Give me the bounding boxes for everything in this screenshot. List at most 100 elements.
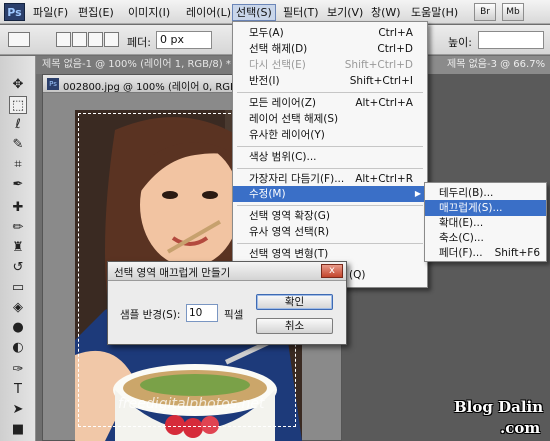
menu-item-reselect-label: 다시 선택(E) bbox=[249, 59, 306, 71]
menu-item-quick-mask-label: (Q) bbox=[349, 269, 366, 281]
photoshop-logo: Ps bbox=[4, 3, 25, 21]
paint-bucket-icon[interactable]: ◈ bbox=[9, 299, 27, 317]
shape-tool-icon[interactable]: ■ bbox=[9, 421, 27, 439]
feather-input[interactable]: 0 px bbox=[156, 31, 212, 49]
eraser-tool-icon[interactable]: ▭ bbox=[9, 279, 27, 297]
marquee-preset-icon[interactable] bbox=[8, 32, 30, 47]
add-selection-icon[interactable] bbox=[72, 32, 87, 47]
submenu-item-contract[interactable]: 축소(C)... bbox=[425, 230, 546, 246]
history-brush-icon[interactable]: ↺ bbox=[9, 259, 27, 277]
smooth-selection-dialog: 선택 영역 매끄럽게 만들기 x 샘플 반경(S): 10 픽셀 확인 취소 bbox=[107, 261, 347, 345]
menu-window[interactable]: 창(W) bbox=[368, 4, 404, 21]
height-label: 높이: bbox=[448, 36, 472, 49]
menu-item-deselect[interactable]: 선택 해제(D) Ctrl+D bbox=[233, 41, 427, 57]
dialog-title: 선택 영역 매끄럽게 만들기 bbox=[114, 267, 231, 279]
menu-separator bbox=[237, 168, 423, 169]
submenu-item-feather-label: 페더(F)... bbox=[439, 247, 483, 259]
submenu-item-border-label: 테두리(B)... bbox=[439, 187, 494, 199]
menu-item-deselect-label: 선택 해제(D) bbox=[249, 43, 308, 55]
pixel-unit-label: 픽셀 bbox=[224, 309, 244, 321]
mini-bridge-button[interactable]: Mb bbox=[502, 3, 524, 21]
menu-item-color-range-label: 색상 범위(C)... bbox=[249, 151, 317, 163]
new-selection-icon[interactable] bbox=[56, 32, 71, 47]
photo-watermark: freedigitalphotos.net bbox=[118, 396, 265, 412]
height-input[interactable] bbox=[478, 31, 544, 49]
menu-select[interactable]: 선택(S) bbox=[232, 4, 276, 21]
menu-item-all[interactable]: 모두(A) Ctrl+A bbox=[233, 25, 427, 41]
select-menu-dropdown: 모두(A) Ctrl+A 선택 해제(D) Ctrl+D 다시 선택(E) Shift… bbox=[232, 21, 428, 288]
submenu-item-border[interactable]: 테두리(B)... bbox=[425, 185, 546, 201]
submenu-item-expand[interactable]: 확대(E)... bbox=[425, 215, 546, 231]
lasso-tool-icon[interactable]: ℓ bbox=[9, 116, 27, 134]
submenu-item-smooth-label: 매끄럽게(S)... bbox=[439, 202, 503, 214]
bridge-button[interactable]: Br bbox=[474, 3, 496, 21]
menu-item-similar-label: 유사 영역 선택(R) bbox=[249, 226, 330, 238]
menu-item-modify[interactable]: 수정(M) ▶ bbox=[233, 186, 427, 202]
menu-separator bbox=[237, 146, 423, 147]
menu-layer[interactable]: 레이어(L) bbox=[183, 4, 234, 21]
cancel-button[interactable]: 취소 bbox=[256, 318, 333, 334]
menu-item-inverse-shortcut: Shift+Ctrl+I bbox=[349, 75, 413, 87]
menu-item-transform-selection[interactable]: 선택 영역 변형(T) bbox=[233, 246, 427, 262]
submenu-item-smooth[interactable]: 매끄럽게(S)... bbox=[425, 200, 546, 216]
submenu-item-feather[interactable]: 페더(F)... Shift+F6 bbox=[425, 245, 546, 261]
blog-brand-line2: .com bbox=[500, 419, 541, 437]
brush-tool-icon[interactable]: ✏ bbox=[9, 219, 27, 237]
intersect-selection-icon[interactable] bbox=[104, 32, 119, 47]
menu-item-grow[interactable]: 선택 영역 확장(G) bbox=[233, 208, 427, 224]
menu-view[interactable]: 보기(V) bbox=[324, 4, 366, 21]
feather-label: 페더: bbox=[127, 36, 151, 49]
menu-item-deselect-layers-label: 레이어 선택 해제(S) bbox=[249, 113, 339, 125]
path-select-icon[interactable]: ➤ bbox=[9, 401, 27, 419]
healing-brush-icon[interactable]: ✚ bbox=[9, 199, 27, 217]
ok-button[interactable]: 확인 bbox=[256, 294, 333, 310]
menu-item-all-label: 모두(A) bbox=[249, 27, 284, 39]
menu-item-inverse-label: 반전(I) bbox=[249, 75, 280, 87]
menu-item-refine-edge-shortcut: Alt+Ctrl+R bbox=[355, 173, 413, 185]
pen-tool-icon[interactable]: ✑ bbox=[9, 361, 27, 379]
menu-item-refine-edge-label: 가장자리 다듬기(F)... bbox=[249, 173, 345, 185]
submenu-item-feather-shortcut: Shift+F6 bbox=[494, 247, 540, 259]
menu-item-deselect-shortcut: Ctrl+D bbox=[377, 43, 413, 55]
quick-select-icon[interactable]: ✎ bbox=[9, 136, 27, 154]
menu-item-similar-layers[interactable]: 유사한 레이어(Y) bbox=[233, 127, 427, 143]
tab-untitled-3[interactable]: 제목 없음-3 @ 66.7% bbox=[425, 56, 550, 74]
menu-separator bbox=[237, 205, 423, 206]
menu-image[interactable]: 이미지(I) bbox=[125, 4, 173, 21]
submenu-arrow-icon: ▶ bbox=[414, 189, 421, 198]
menu-item-refine-edge[interactable]: 가장자리 다듬기(F)... Alt+Ctrl+R bbox=[233, 171, 427, 187]
dialog-close-button[interactable]: x bbox=[321, 264, 343, 278]
sample-radius-input[interactable]: 10 bbox=[186, 304, 218, 322]
submenu-item-contract-label: 축소(C)... bbox=[439, 232, 484, 244]
menu-item-reselect[interactable]: 다시 선택(E) Shift+Ctrl+D bbox=[233, 57, 427, 73]
menu-item-all-layers[interactable]: 모든 레이어(Z) Alt+Ctrl+A bbox=[233, 95, 427, 111]
crop-tool-icon[interactable]: ⌗ bbox=[9, 156, 27, 174]
menu-separator bbox=[237, 243, 423, 244]
menu-item-all-layers-shortcut: Alt+Ctrl+A bbox=[355, 97, 413, 109]
menu-filter[interactable]: 필터(T) bbox=[280, 4, 322, 21]
blog-brand-line1: Blog Dalin bbox=[454, 398, 544, 416]
sample-radius-label: 샘플 반경(S): bbox=[120, 309, 181, 321]
type-tool-icon[interactable]: T bbox=[9, 381, 27, 399]
menu-edit[interactable]: 편집(E) bbox=[75, 4, 117, 21]
dialog-title-bar[interactable]: 선택 영역 매끄럽게 만들기 x bbox=[108, 262, 346, 281]
menu-file[interactable]: 파일(F) bbox=[30, 4, 71, 21]
menu-item-similar-layers-label: 유사한 레이어(Y) bbox=[249, 129, 325, 141]
menu-item-color-range[interactable]: 색상 범위(C)... bbox=[233, 149, 427, 165]
blur-tool-icon[interactable]: ● bbox=[9, 319, 27, 337]
menu-item-similar[interactable]: 유사 영역 선택(R) bbox=[233, 224, 427, 240]
menu-item-inverse[interactable]: 반전(I) Shift+Ctrl+I bbox=[233, 73, 427, 89]
submenu-item-expand-label: 확대(E)... bbox=[439, 217, 484, 229]
move-tool-icon[interactable]: ✥ bbox=[9, 76, 27, 94]
dodge-tool-icon[interactable]: ◐ bbox=[9, 339, 27, 357]
toolbox: ✥ ⬚ ℓ ✎ ⌗ ✒ ✚ ✏ ♜ ↺ ▭ ◈ ● ◐ ✑ T ➤ ■ bbox=[0, 56, 36, 441]
document-title: 002800.jpg @ 100% (레이어 0, RGB/8#) bbox=[63, 82, 259, 93]
marquee-tool-icon[interactable]: ⬚ bbox=[9, 96, 27, 114]
menu-item-deselect-layers[interactable]: 레이어 선택 해제(S) bbox=[233, 111, 427, 127]
eyedropper-icon[interactable]: ✒ bbox=[9, 176, 27, 194]
stamp-tool-icon[interactable]: ♜ bbox=[9, 239, 27, 257]
menu-help[interactable]: 도움말(H) bbox=[408, 4, 461, 21]
subtract-selection-icon[interactable] bbox=[88, 32, 103, 47]
menu-separator bbox=[237, 92, 423, 93]
tab-untitled-1[interactable]: 제목 없음-1 @ 100% (레이어 1, RGB/8) * bbox=[36, 56, 231, 74]
